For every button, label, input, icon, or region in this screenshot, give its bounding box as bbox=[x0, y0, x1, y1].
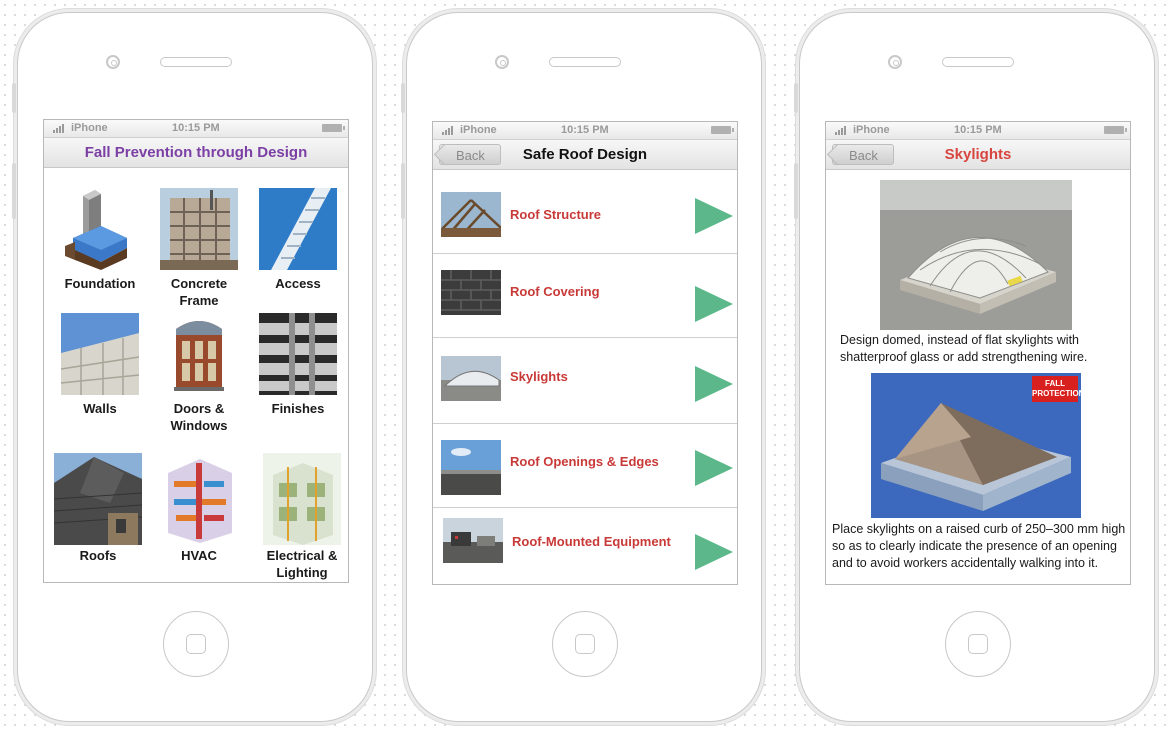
tile-foundation[interactable]: Foundation bbox=[52, 188, 148, 292]
tile-label: Walls bbox=[83, 401, 117, 416]
roof-equipment-image bbox=[443, 518, 503, 563]
play-arrow-icon[interactable] bbox=[695, 286, 733, 322]
fall-protection-badge: FALL PROTECTION bbox=[1032, 376, 1084, 402]
tile-roofs[interactable]: Roofs bbox=[48, 453, 148, 564]
doors-windows-image bbox=[160, 313, 238, 395]
play-arrow-icon[interactable] bbox=[695, 450, 733, 486]
tile-hvac[interactable]: HVAC bbox=[151, 453, 247, 564]
back-button[interactable]: Back bbox=[439, 144, 501, 165]
roof-structure-image bbox=[441, 192, 501, 237]
screen-safe-roof-design: iPhone 10:15 PM Back Safe Roof Design Ro… bbox=[432, 121, 738, 585]
roof-covering-image bbox=[441, 270, 501, 315]
foundation-image bbox=[61, 188, 139, 270]
tile-label: HVAC bbox=[181, 548, 217, 563]
concrete-frame-image bbox=[160, 188, 238, 270]
signal-icon bbox=[835, 126, 846, 135]
tile-finishes[interactable]: Finishes bbox=[250, 313, 346, 417]
carrier-name: iPhone bbox=[460, 124, 497, 136]
roofs-image bbox=[54, 453, 142, 545]
status-time: 10:15 PM bbox=[561, 124, 609, 136]
tile-walls[interactable]: Walls bbox=[52, 313, 148, 417]
screen-skylights: iPhone 10:15 PM Back Skylights Design do… bbox=[825, 121, 1131, 585]
play-arrow-icon[interactable] bbox=[695, 366, 733, 402]
tile-label: Doors & Windows bbox=[170, 401, 228, 433]
speaker-grille bbox=[549, 57, 621, 67]
page-title: Safe Roof Design bbox=[522, 146, 648, 163]
list-item-label: Roof-Mounted Equipment bbox=[512, 534, 671, 549]
tile-concrete-frame[interactable]: Concrete Frame bbox=[151, 188, 247, 309]
finishes-image bbox=[259, 313, 337, 395]
tile-label: Roofs bbox=[79, 548, 117, 563]
tile-label: Electrical & Lighting bbox=[266, 548, 338, 580]
walls-image bbox=[61, 313, 139, 395]
tile-label: Finishes bbox=[271, 401, 325, 416]
signal-icon bbox=[53, 124, 64, 133]
hvac-image bbox=[160, 453, 238, 545]
screen-fall-prevention: iPhone 10:15 PM Fall Prevention through … bbox=[43, 119, 349, 583]
list-item-label: Roof Openings & Edges bbox=[510, 454, 659, 469]
roof-openings-image bbox=[441, 440, 501, 495]
tile-label: Foundation bbox=[64, 276, 136, 291]
electrical-lighting-image bbox=[263, 453, 341, 545]
nav-bar: Back Skylights bbox=[826, 140, 1130, 170]
home-button[interactable] bbox=[163, 611, 229, 677]
list-item-skylights[interactable]: Skylights bbox=[433, 338, 737, 424]
status-bar: iPhone 10:15 PM bbox=[826, 122, 1130, 140]
camera-icon bbox=[106, 55, 120, 69]
tile-doors-windows[interactable]: Doors & Windows bbox=[151, 313, 247, 434]
home-button[interactable] bbox=[552, 611, 618, 677]
status-bar: iPhone 10:15 PM bbox=[433, 122, 737, 140]
battery-icon bbox=[711, 126, 734, 134]
speaker-grille bbox=[160, 57, 232, 67]
skylight-tip-1: Design domed, instead of flat skylights … bbox=[840, 333, 1088, 364]
status-time: 10:15 PM bbox=[954, 124, 1002, 136]
skylights-image bbox=[441, 356, 501, 401]
tile-label: Concrete Frame bbox=[170, 276, 228, 308]
battery-icon bbox=[1104, 126, 1127, 134]
access-image bbox=[259, 188, 337, 270]
signal-icon bbox=[442, 126, 453, 135]
play-arrow-icon[interactable] bbox=[695, 198, 733, 234]
list-item-label: Roof Structure bbox=[510, 207, 601, 222]
back-button[interactable]: Back bbox=[832, 144, 894, 165]
status-time: 10:15 PM bbox=[172, 122, 220, 134]
nav-bar: Back Safe Roof Design bbox=[433, 140, 737, 170]
phone-1: iPhone 10:15 PM Fall Prevention through … bbox=[12, 12, 373, 722]
page-title: Fall Prevention through Design bbox=[44, 138, 348, 168]
page-title: Skylights bbox=[944, 146, 1012, 163]
carrier-name: iPhone bbox=[853, 124, 890, 136]
tile-access[interactable]: Access bbox=[250, 188, 346, 292]
camera-icon bbox=[888, 55, 902, 69]
play-arrow-icon[interactable] bbox=[695, 534, 733, 570]
list-item-label: Roof Covering bbox=[510, 284, 600, 299]
camera-icon bbox=[495, 55, 509, 69]
list-item-roof-openings-edges[interactable]: Roof Openings & Edges bbox=[433, 424, 737, 508]
battery-icon bbox=[322, 124, 345, 132]
list-item-label: Skylights bbox=[510, 369, 568, 384]
domed-skylight-image bbox=[880, 180, 1072, 330]
list-item-roof-structure[interactable]: Roof Structure bbox=[433, 170, 737, 254]
list-item-roof-covering[interactable]: Roof Covering bbox=[433, 254, 737, 338]
skylight-tip-2: Place skylights on a raised curb of 250–… bbox=[832, 522, 1126, 570]
tile-label: Access bbox=[275, 276, 321, 291]
phone-2: iPhone 10:15 PM Back Safe Roof Design Ro… bbox=[401, 12, 762, 722]
phone-3: iPhone 10:15 PM Back Skylights Design do… bbox=[794, 12, 1155, 722]
tile-electrical-lighting[interactable]: Electrical & Lighting bbox=[250, 453, 348, 581]
list-item-roof-mounted-equipment[interactable]: Roof-Mounted Equipment bbox=[433, 508, 737, 584]
home-button[interactable] bbox=[945, 611, 1011, 677]
status-bar: iPhone 10:15 PM bbox=[44, 120, 348, 138]
speaker-grille bbox=[942, 57, 1014, 67]
carrier-name: iPhone bbox=[71, 122, 108, 134]
